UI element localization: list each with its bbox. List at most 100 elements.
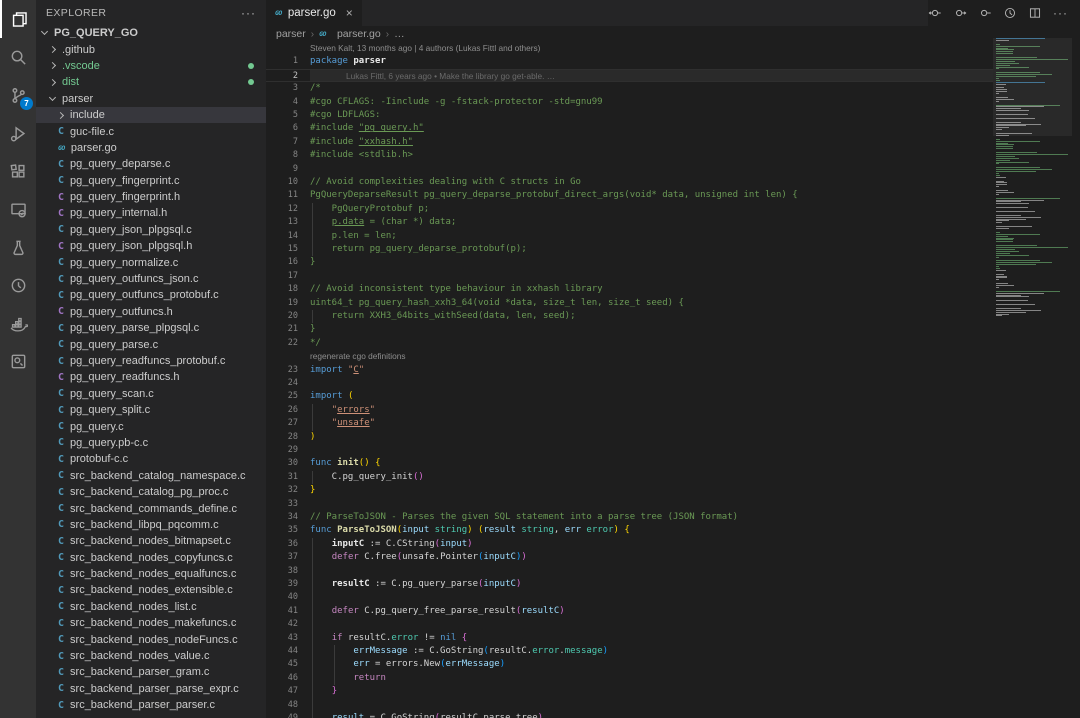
code-line[interactable]: 15 return pg_query_deparse_protobuf(p); (266, 243, 993, 256)
tree-item-file[interactable]: Csrc_backend_nodes_bitmapset.c (36, 533, 266, 549)
tree-item-folder[interactable]: include (36, 107, 266, 123)
split-editor-icon[interactable] (1028, 6, 1042, 20)
code-line[interactable]: 23import "C" (266, 364, 993, 377)
run-and-debug-icon[interactable] (0, 114, 36, 152)
code-line[interactable]: 32} (266, 484, 993, 497)
tree-item-file[interactable]: Cpg_query_outfuncs_json.c (36, 271, 266, 287)
explorer-more-actions-icon[interactable]: ··· (241, 6, 256, 20)
code-line[interactable]: 47 } (266, 685, 993, 698)
more-actions-icon[interactable]: ··· (1053, 6, 1068, 20)
tree-item-folder[interactable]: .github (36, 41, 266, 57)
tree-item-file[interactable]: Cpg_query_fingerprint.c (36, 173, 266, 189)
code-line[interactable]: 7#include "xxhash.h" (266, 136, 993, 149)
code-line[interactable]: 9 (266, 163, 993, 176)
tree-item-folder[interactable]: parser (36, 91, 266, 107)
code-line[interactable]: 30func init() { (266, 457, 993, 470)
tree-item-file[interactable]: Cpg_query_internal.h (36, 205, 266, 221)
codelens-text[interactable]: Steven Kalt, 13 months ago | 4 authors (… (310, 42, 540, 55)
code-line[interactable]: 31 C.pg_query_init() (266, 471, 993, 484)
gitlens-annotations-icon[interactable] (928, 6, 942, 20)
code-line[interactable]: 44 errMessage := C.GoString(resultC.erro… (266, 645, 993, 658)
code-line[interactable]: 10// Avoid complexities dealing with C s… (266, 176, 993, 189)
tree-item-file[interactable]: Csrc_backend_nodes_value.c (36, 648, 266, 664)
code-line[interactable]: 17 (266, 270, 993, 283)
minimap[interactable] (993, 38, 1072, 316)
code-line[interactable]: 46 return (266, 672, 993, 685)
tree-item-file[interactable]: Csrc_backend_parser_parse_expr.c (36, 681, 266, 697)
tree-item-file[interactable]: Csrc_backend_parser_gram.c (36, 664, 266, 680)
code-line[interactable]: 5#cgo LDFLAGS: (266, 109, 993, 122)
extension-settings-icon[interactable] (0, 342, 36, 380)
code-line[interactable]: 40 (266, 591, 993, 604)
minimap-slider[interactable] (993, 38, 1072, 136)
tree-item-file[interactable]: Csrc_backend_nodes_extensible.c (36, 582, 266, 598)
tree-item-file[interactable]: Cpg_query_scan.c (36, 386, 266, 402)
tree-item-file[interactable]: Csrc_backend_nodes_equalfuncs.c (36, 566, 266, 582)
tree-item-file[interactable]: Cpg_query_normalize.c (36, 254, 266, 270)
code-line[interactable]: 28) (266, 431, 993, 444)
tree-item-file[interactable]: Cpg_query_readfuncs_protobuf.c (36, 353, 266, 369)
breadcrumb-file[interactable]: parser.go (337, 28, 381, 40)
explorer-icon[interactable] (0, 0, 36, 38)
code-line[interactable]: 45 err = errors.New(errMessage) (266, 658, 993, 671)
tree-item-file[interactable]: Cguc-file.c (36, 123, 266, 139)
code-line[interactable]: 25import ( (266, 390, 993, 403)
code-line[interactable]: 13 p.data = (char *) data; (266, 216, 993, 229)
code-line[interactable]: 43 if resultC.error != nil { (266, 632, 993, 645)
code-line[interactable]: 16} (266, 256, 993, 269)
testing-icon[interactable] (0, 228, 36, 266)
breadcrumb-symbol[interactable]: … (394, 28, 405, 40)
code-line[interactable]: 42 (266, 618, 993, 631)
tree-item-file[interactable]: Csrc_backend_libpq_pqcomm.c (36, 517, 266, 533)
code-line[interactable]: 4#cgo CFLAGS: -Iinclude -g -fstack-prote… (266, 96, 993, 109)
tree-item-file[interactable]: Cpg_query_json_plpgsql.c (36, 222, 266, 238)
code-line[interactable]: 22*/ (266, 337, 993, 350)
code-line[interactable]: 27 "unsafe" (266, 417, 993, 430)
tab-parser-go[interactable]: GO parser.go × (266, 0, 362, 26)
tree-item-folder[interactable]: .vscode (36, 58, 266, 74)
code-line[interactable]: 6#include "pg_query.h" (266, 122, 993, 135)
code-line[interactable]: 35func ParseToJSON(input string) (result… (266, 524, 993, 537)
code-line[interactable]: 38 (266, 565, 993, 578)
tree-item-file[interactable]: Cpg_query_parse_plpgsql.c (36, 320, 266, 336)
remote-explorer-icon[interactable] (0, 190, 36, 228)
tree-item-file[interactable]: Cpg_query_json_plpgsql.h (36, 238, 266, 254)
breadcrumb-folder[interactable]: parser (276, 28, 306, 40)
tree-item-file[interactable]: Csrc_backend_commands_define.c (36, 500, 266, 516)
code-line[interactable]: 18// Avoid inconsistent type behaviour i… (266, 283, 993, 296)
code-line[interactable]: 34// ParseToJSON - Parses the given SQL … (266, 511, 993, 524)
tree-item-file[interactable]: Cprotobuf-c.c (36, 451, 266, 467)
gitlens-recent-change-icon[interactable] (953, 6, 967, 20)
tree-item-file[interactable]: Csrc_backend_nodes_makefuncs.c (36, 615, 266, 631)
code-line[interactable]: 2Lukas Fittl, 6 years ago • Make the lib… (266, 69, 993, 82)
tree-item-file[interactable]: Csrc_backend_catalog_pg_proc.c (36, 484, 266, 500)
tree-item-folder[interactable]: PG_QUERY_GO (36, 25, 266, 41)
search-icon[interactable] (0, 38, 36, 76)
code-area[interactable]: Steven Kalt, 13 months ago | 4 authors (… (266, 42, 993, 718)
tree-item-file[interactable]: GOparser.go (36, 140, 266, 156)
tree-item-file[interactable]: Csrc_backend_catalog_namespace.c (36, 468, 266, 484)
source-control-icon[interactable]: 7 (0, 76, 36, 114)
codelens-text[interactable]: regenerate cgo definitions (310, 350, 405, 363)
code-line[interactable]: 37 defer C.free(unsafe.Pointer(inputC)) (266, 551, 993, 564)
close-tab-icon[interactable]: × (346, 6, 353, 20)
tree-item-file[interactable]: Cpg_query_outfuncs.h (36, 304, 266, 320)
tree-item-file[interactable]: Cpg_query_deparse.c (36, 156, 266, 172)
tree-item-folder[interactable]: dist (36, 74, 266, 90)
gitlens-heatmap-icon[interactable] (978, 6, 992, 20)
tree-item-file[interactable]: Cpg_query.pb-c.c (36, 435, 266, 451)
docker-icon[interactable] (0, 304, 36, 342)
code-line[interactable]: 20 return XXH3_64bits_withSeed(data, len… (266, 310, 993, 323)
tree-item-file[interactable]: Csrc_backend_nodes_copyfuncs.c (36, 550, 266, 566)
tree-item-file[interactable]: Csrc_backend_parser_parser.c (36, 697, 266, 713)
extensions-icon[interactable] (0, 152, 36, 190)
code-line[interactable]: 14 p.len = len; (266, 230, 993, 243)
tree-item-file[interactable]: Cpg_query_split.c (36, 402, 266, 418)
code-line[interactable]: 39 resultC := C.pg_query_parse(inputC) (266, 578, 993, 591)
code-line[interactable]: 12 PgQueryProtobuf p; (266, 203, 993, 216)
code-line[interactable]: 3/* (266, 82, 993, 95)
code-line[interactable]: 24 (266, 377, 993, 390)
tree-item-file[interactable]: Csrc_backend_nodes_nodeFuncs.c (36, 631, 266, 647)
code-line[interactable]: 33 (266, 498, 993, 511)
code-line[interactable]: 49 result = C.GoString(resultC.parse_tre… (266, 712, 993, 718)
